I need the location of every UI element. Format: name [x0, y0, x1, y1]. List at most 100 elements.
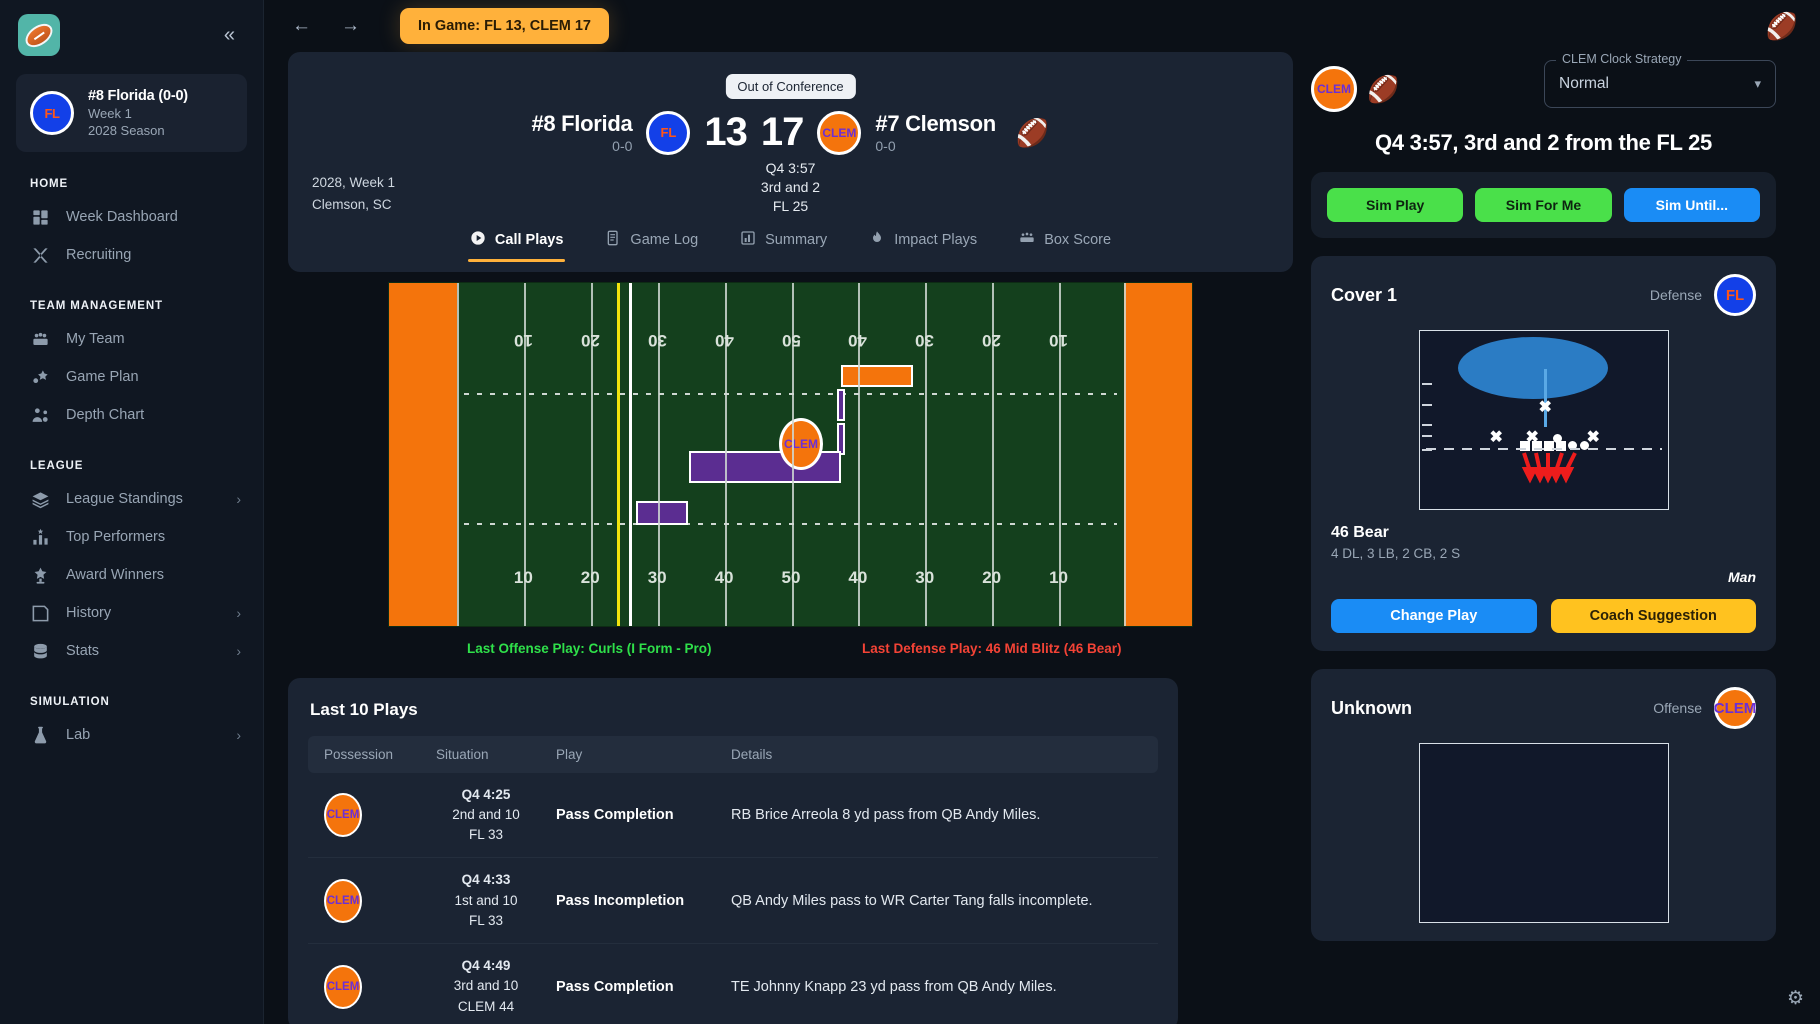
tab-label: Summary — [765, 231, 828, 248]
sidebar-item-recruiting[interactable]: Recruiting — [0, 236, 263, 274]
recruiting-icon — [30, 245, 50, 265]
tab-summary[interactable]: Summary — [738, 222, 829, 262]
chevron-right-icon[interactable]: › — [236, 605, 241, 621]
yard-number: 30 — [647, 567, 667, 587]
situation-cell: Q4 4:25 2nd and 10 FL 33 — [426, 772, 546, 859]
last-plays-panel: Last 10 Plays Possession Situation Play Det… — [288, 677, 1178, 1024]
sidebar-item-game-plan[interactable]: Game Plan — [0, 358, 263, 396]
sidebar-item-league-standings[interactable]: League Standings › — [0, 480, 263, 518]
chevron-right-icon[interactable]: › — [236, 491, 241, 507]
app-root: « FL #8 Florida (0-0) Week 1 2028 Season… — [0, 0, 1820, 1024]
football-field[interactable]: CLEM 10 20 30 40 50 40 30 20 10 10 20 30 40 50 40 30 20 1… — [388, 281, 1193, 627]
chevron-down-icon[interactable]: ▾ — [1754, 76, 1761, 92]
sidebar-item-label: Week Dashboard — [66, 209, 178, 225]
sidebar-item-label: Recruiting — [66, 247, 132, 263]
arrow-right-icon[interactable]: → — [335, 13, 366, 39]
sim-buttons-card: Sim Play Sim For Me Sim Until... — [1311, 172, 1776, 238]
football-logo-icon[interactable] — [18, 14, 60, 56]
yard-number: 50 — [781, 330, 801, 350]
sidebar-section-label: LEAGUE — [30, 460, 84, 472]
sidebar-section-label: SIMULATION — [30, 696, 110, 708]
sidebar-item-history[interactable]: History › — [0, 594, 263, 632]
sim-until-button[interactable]: Sim Until... — [1623, 188, 1760, 222]
clock-strategy-select[interactable]: CLEM Clock Strategy Normal ▾ — [1544, 52, 1776, 108]
tab-game-log[interactable]: Game Log — [603, 222, 700, 262]
collapse-left-icon[interactable]: « — [214, 19, 243, 51]
box-score-icon — [1019, 230, 1035, 250]
defense-personnel: 4 DL, 3 LB, 2 CB, 2 S — [1331, 546, 1461, 561]
sidebar-item-my-team[interactable]: My Team — [0, 320, 263, 358]
table-row[interactable]: CLEM Q4 4:49 3rd and 10 CLEM 44 Pass Complet… — [308, 943, 1158, 1024]
chevron-right-icon[interactable]: › — [236, 727, 241, 743]
possession-cell: CLEM — [308, 943, 426, 1024]
sidebar-item-depth-chart[interactable]: Depth Chart — [0, 396, 263, 434]
sidebar-item-top-performers[interactable]: Top Performers — [0, 518, 263, 556]
play-type-cell: Pass Incompletion — [546, 857, 721, 945]
tab-box-score[interactable]: Box Score — [1017, 222, 1113, 262]
play-spot: FL 33 — [468, 912, 504, 928]
table-row[interactable]: CLEM Q4 4:25 2nd and 10 FL 33 Pass Completio… — [308, 772, 1158, 859]
sidebar-item-week-dashboard[interactable]: Week Dashboard — [0, 198, 263, 236]
play-details-cell: RB Brice Arreola 8 yd pass from QB Andy … — [721, 772, 1158, 859]
change-play-button[interactable]: Change Play — [1331, 599, 1537, 633]
endzone-left — [389, 282, 457, 626]
sidebar-item-label: Stats — [66, 643, 100, 659]
topbar: ← → In Game: FL 13, CLEM 17 🏈 — [264, 0, 1820, 52]
chevron-right-icon[interactable]: › — [236, 643, 241, 659]
defense-play-name: Cover 1 — [1331, 284, 1398, 305]
sim-play-button[interactable]: Sim Play — [1327, 188, 1464, 222]
yard-number: 10 — [1049, 330, 1069, 350]
database-icon — [30, 641, 50, 661]
offense-play-card: Unknown Offense CLEM — [1311, 669, 1776, 941]
coach-suggestion-button[interactable]: Coach Suggestion — [1550, 599, 1756, 633]
yard-number: 10 — [1049, 567, 1069, 587]
tab-impact-plays[interactable]: Impact Plays — [867, 222, 979, 262]
trophy-star-icon — [30, 565, 50, 585]
gear-icon[interactable]: ⚙ — [1787, 987, 1804, 1010]
current-team-card[interactable]: FL #8 Florida (0-0) Week 1 2028 Season — [16, 74, 247, 152]
safety-marker: ✖ — [1538, 399, 1552, 416]
yard-number: 30 — [915, 567, 935, 587]
player-marker — [636, 500, 688, 525]
sidebar-section-label: HOME — [30, 178, 69, 190]
football-icon: 🏈 — [1015, 117, 1050, 148]
play-spot: CLEM 44 — [457, 998, 515, 1014]
defense-side-label: Defense — [1649, 287, 1702, 303]
sidebar-item-label: Award Winners — [66, 567, 165, 583]
scoreboard: Out of Conference #8 Florida 0-0 FL 13 1… — [288, 52, 1293, 272]
sidebar-item-label: History — [66, 605, 112, 621]
play-type-cell: Pass Completion — [546, 772, 721, 859]
away-team-logo: FL — [646, 110, 691, 155]
play-circle-icon — [470, 230, 486, 250]
game-week: 2028, Week 1 — [312, 175, 396, 191]
tab-call-plays[interactable]: Call Plays — [467, 222, 566, 262]
play-down: 3rd and 10 — [453, 978, 519, 994]
team-season: 2028 Season — [88, 123, 165, 138]
arrow-left-icon[interactable]: ← — [286, 13, 317, 39]
player-marker — [837, 388, 845, 421]
yard-number: 10 — [513, 330, 533, 350]
content-columns: Out of Conference #8 Florida 0-0 FL 13 1… — [264, 52, 1820, 1024]
sidebar-item-stats[interactable]: Stats › — [0, 632, 263, 670]
play-time: Q4 4:49 — [461, 958, 511, 974]
defense-card-buttons: Change Play Coach Suggestion — [1331, 599, 1756, 633]
possession-header: CLEM 🏈 CLEM Clock Strategy Normal ▾ — [1311, 52, 1776, 112]
score-row: #8 Florida 0-0 FL 13 17 CLEM #7 Clemson … — [312, 110, 1269, 155]
sidebar-item-label: League Standings — [66, 491, 183, 507]
cornerback-marker: ✖ — [1586, 429, 1600, 446]
hash-marks-top — [464, 392, 1117, 395]
lab-flask-icon — [30, 725, 50, 745]
column-header: Situation — [426, 735, 546, 773]
column-header: Details — [721, 735, 1158, 773]
sidebar-item-award-winners[interactable]: Award Winners — [0, 556, 263, 594]
situation-cell: Q4 4:33 1st and 10 FL 33 — [426, 857, 546, 945]
table-row[interactable]: CLEM Q4 4:33 1st and 10 FL 33 Pass Incomplet… — [308, 857, 1158, 945]
game-meta: 2028, Week 1 Clemson, SC — [312, 172, 395, 215]
sim-for-me-button[interactable]: Sim For Me — [1475, 188, 1612, 222]
sidebar-item-lab[interactable]: Lab › — [0, 716, 263, 754]
panel-title: Last 10 Plays — [310, 699, 418, 719]
ingame-status-badge[interactable]: In Game: FL 13, CLEM 17 — [400, 8, 609, 44]
play-time: Q4 4:33 — [461, 872, 511, 888]
defense-play-diagram: ✖ ✖ ✖ ✖ — [1418, 330, 1669, 510]
yard-line — [1124, 282, 1126, 626]
